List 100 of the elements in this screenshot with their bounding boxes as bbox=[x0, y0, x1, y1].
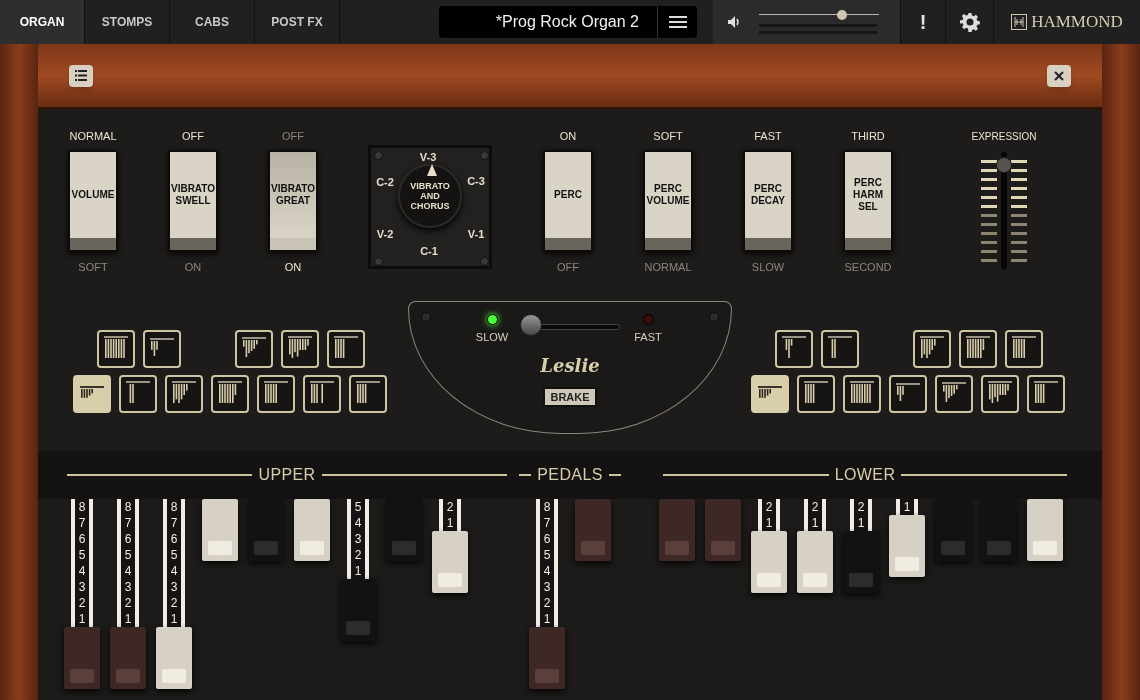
list-button[interactable] bbox=[69, 64, 93, 87]
drawbar-handle[interactable] bbox=[659, 499, 695, 561]
drawbar-preset-button[interactable] bbox=[751, 375, 789, 413]
drawbar-handle[interactable] bbox=[386, 499, 422, 561]
drawbar-handle[interactable] bbox=[981, 499, 1017, 561]
drawbar-handle[interactable] bbox=[1027, 499, 1063, 561]
drawbar-preset-button[interactable] bbox=[257, 375, 295, 413]
drawbar-number: 8 bbox=[543, 499, 551, 515]
vibrato-knob[interactable]: VIBRATO AND CHORUS bbox=[398, 164, 462, 228]
drawbar-handle[interactable] bbox=[202, 499, 238, 561]
switch-label: THIRD bbox=[851, 129, 885, 143]
drawbar-number: 2 bbox=[811, 499, 819, 515]
drawbar-handle[interactable] bbox=[294, 499, 330, 561]
screw-icon bbox=[421, 312, 431, 322]
drawbar-handle[interactable] bbox=[797, 531, 833, 593]
rocker-switch[interactable]: PERC HARM SEL bbox=[843, 150, 893, 252]
drawbar-pattern-icon bbox=[804, 380, 828, 404]
drawbar-number: 4 bbox=[170, 563, 178, 579]
switch-label: SOFT bbox=[78, 260, 108, 274]
section-label: UPPER bbox=[258, 465, 316, 485]
drawbar-preset-button[interactable] bbox=[211, 375, 249, 413]
drawbar-preset-button[interactable] bbox=[913, 330, 951, 368]
drawbar-preset-button[interactable] bbox=[775, 330, 813, 368]
drawbar-number: 6 bbox=[170, 531, 178, 547]
drawbar-number: 4 bbox=[124, 563, 132, 579]
drawbar-preset-button[interactable] bbox=[281, 330, 319, 368]
drawbar-handle[interactable] bbox=[340, 579, 376, 641]
drawbar-number: 2 bbox=[170, 595, 178, 611]
drawbar-preset-button[interactable] bbox=[821, 330, 859, 368]
brand-logo-icon bbox=[1011, 14, 1028, 30]
drawbar-preset-button[interactable] bbox=[1027, 375, 1065, 413]
drawbar-handle[interactable] bbox=[935, 499, 971, 561]
drawbar-number: 5 bbox=[354, 499, 362, 515]
rocker-switch[interactable]: VOLUME bbox=[68, 150, 118, 252]
drawbar-number: 6 bbox=[124, 531, 132, 547]
drawbar-number: 8 bbox=[170, 499, 178, 515]
drawbar-number: 2 bbox=[124, 595, 132, 611]
drawbar-preset-button[interactable] bbox=[327, 330, 365, 368]
drawbar-pattern-icon bbox=[172, 380, 196, 404]
drawbar-preset-button[interactable] bbox=[889, 375, 927, 413]
rocker-switch[interactable]: PERC bbox=[543, 150, 593, 252]
drawbar-handle[interactable] bbox=[156, 627, 192, 689]
rocker-switch[interactable]: PERC DECAY bbox=[743, 150, 793, 252]
drawbar-number: 5 bbox=[124, 547, 132, 563]
brake-button[interactable]: BRAKE bbox=[543, 386, 597, 407]
speed-label: SLOW bbox=[475, 330, 509, 345]
drawbar-handle[interactable] bbox=[110, 627, 146, 689]
drawbar-preset-button[interactable] bbox=[935, 375, 973, 413]
expression-slider[interactable] bbox=[979, 152, 1029, 270]
drawbar-handle[interactable] bbox=[529, 627, 565, 689]
drawbar-preset-button[interactable] bbox=[1005, 330, 1043, 368]
drawbar-preset-button[interactable] bbox=[235, 330, 273, 368]
speed-label: FAST bbox=[634, 330, 662, 345]
drawbar-number: 5 bbox=[170, 547, 178, 563]
drawbar-pattern-icon bbox=[80, 386, 104, 398]
pointer-icon bbox=[427, 164, 437, 176]
drawbar-handle[interactable] bbox=[64, 627, 100, 689]
switch-label: ON bbox=[284, 260, 302, 274]
drawbar-handle[interactable] bbox=[889, 515, 925, 577]
drawbar-preset-button[interactable] bbox=[303, 375, 341, 413]
speed-switch[interactable] bbox=[520, 314, 620, 338]
drawbar-handle[interactable] bbox=[751, 531, 787, 593]
preset-name: *Prog Rock Organ 2 bbox=[494, 12, 640, 32]
drawbar-handle[interactable] bbox=[432, 531, 468, 593]
drawbar-preset-button[interactable] bbox=[165, 375, 203, 413]
volume-slider[interactable] bbox=[759, 10, 879, 20]
switch-label: ON bbox=[184, 260, 202, 274]
drawbar-preset-button[interactable] bbox=[97, 330, 135, 368]
drawbar-pattern-icon bbox=[1034, 380, 1058, 404]
drawbar-handle[interactable] bbox=[575, 499, 611, 561]
rocker-switch[interactable]: PERC VOLUME bbox=[643, 150, 693, 252]
drawbar-preset-button[interactable] bbox=[959, 330, 997, 368]
drawbar-handle[interactable] bbox=[705, 499, 741, 561]
drawbar-preset-button[interactable] bbox=[843, 375, 881, 413]
close-icon bbox=[1054, 70, 1064, 81]
drawbar-preset-button[interactable] bbox=[143, 330, 181, 368]
drawbar-handle[interactable] bbox=[843, 531, 879, 593]
drawbar-number: 8 bbox=[124, 499, 132, 515]
drawbar-preset-button[interactable] bbox=[73, 375, 111, 413]
selector-position-label: C-1 bbox=[420, 245, 438, 257]
drawbar-preset-button[interactable] bbox=[119, 375, 157, 413]
rocker-switch[interactable]: VIBRATO SWELL bbox=[168, 150, 218, 252]
preset-selector[interactable]: *Prog Rock Organ 2 bbox=[439, 6, 697, 38]
drawbar-number: 2 bbox=[543, 595, 551, 611]
drawbar-preset-button[interactable] bbox=[797, 375, 835, 413]
tab[interactable]: ORGAN bbox=[0, 0, 85, 44]
drawbar-preset-button[interactable] bbox=[981, 375, 1019, 413]
rocker-switch[interactable]: VIBRATO GREAT bbox=[268, 150, 318, 252]
selector-position-label: V-1 bbox=[467, 228, 485, 240]
drawbar-handle[interactable] bbox=[248, 499, 284, 561]
switch-label: NORMAL bbox=[69, 129, 117, 143]
drawbar-number: 2 bbox=[78, 595, 86, 611]
section-label: PEDALS bbox=[537, 465, 603, 485]
drawbar-pattern-icon bbox=[850, 380, 874, 404]
drawbar-pattern-icon bbox=[942, 381, 966, 403]
close-button[interactable] bbox=[1047, 64, 1071, 87]
selector-position-label: V-3 bbox=[419, 151, 437, 163]
switch-label: OFF bbox=[557, 260, 579, 274]
drawbar-number: 2 bbox=[446, 499, 454, 515]
drawbar-preset-button[interactable] bbox=[349, 375, 387, 413]
